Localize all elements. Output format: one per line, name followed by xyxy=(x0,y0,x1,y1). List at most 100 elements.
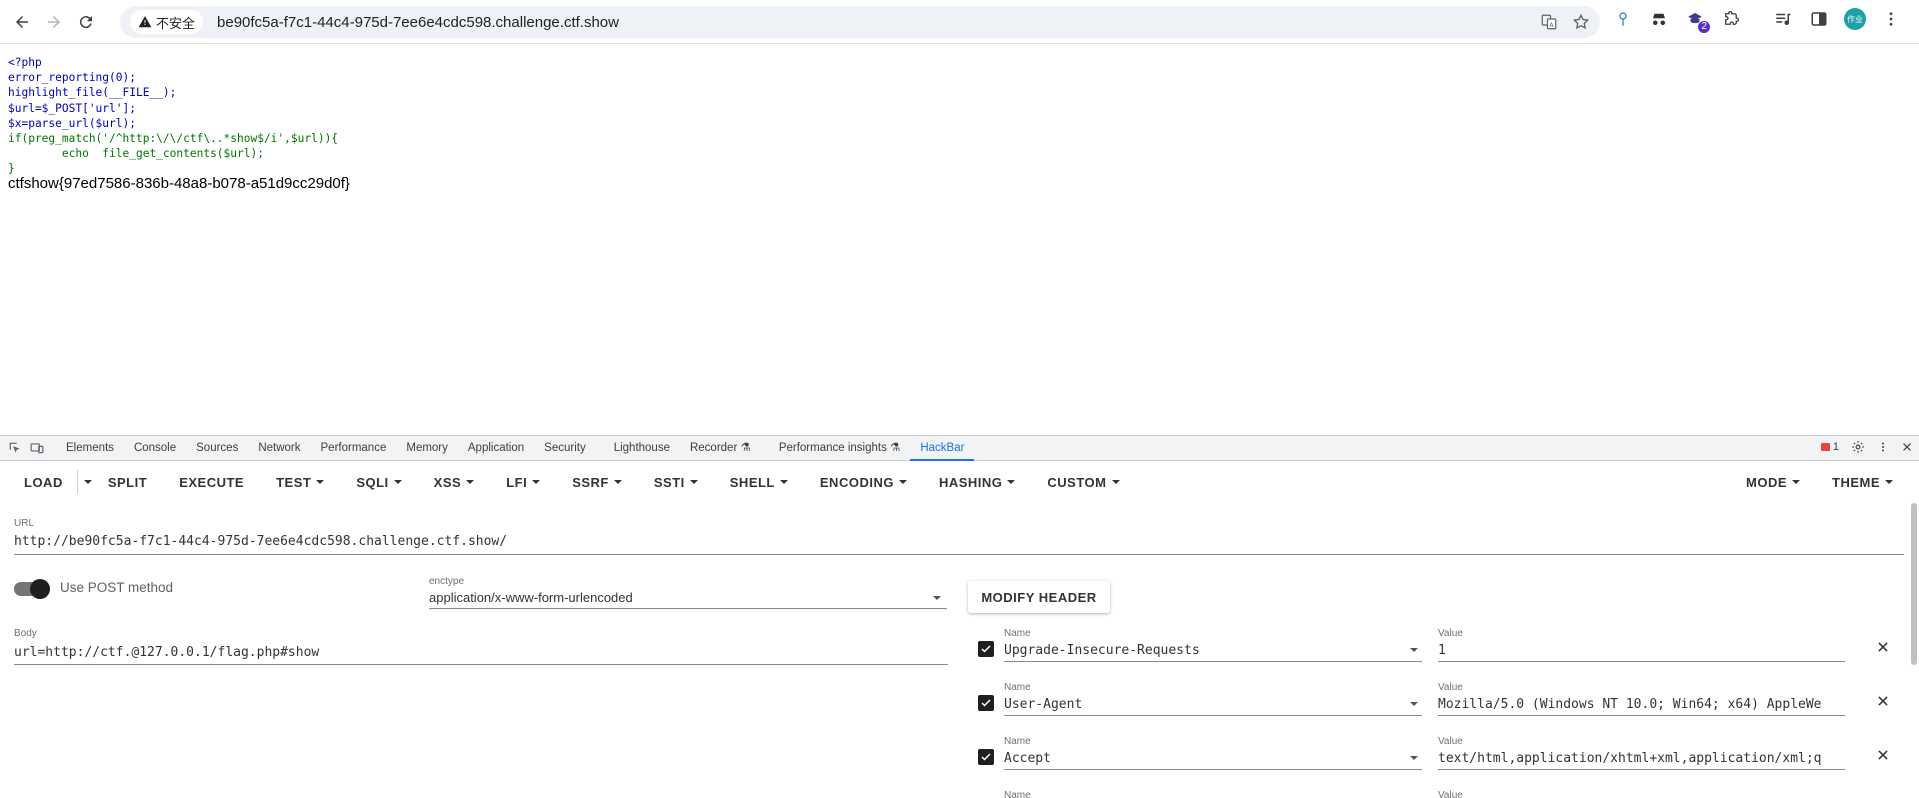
header-value-field[interactable]: Value 1 xyxy=(1438,628,1845,662)
header-name-value[interactable]: Accept xyxy=(1004,747,1051,769)
forward-button[interactable] xyxy=(38,6,70,38)
header-enabled-checkbox[interactable] xyxy=(978,695,994,711)
xss-menu[interactable]: XSS xyxy=(414,475,487,490)
device-toolbar-icon[interactable] xyxy=(30,441,44,455)
more-options-icon[interactable] xyxy=(1877,440,1889,454)
header-enabled-checkbox[interactable] xyxy=(978,641,994,657)
flask-icon: ⚗ xyxy=(890,441,901,454)
side-panel-icon[interactable] xyxy=(1808,8,1830,30)
chevron-down-icon[interactable] xyxy=(1410,756,1418,760)
php-source-code: <?php error_reporting(0); highlight_file(_… xyxy=(8,55,338,177)
shell-menu[interactable]: SHELL xyxy=(710,475,800,490)
back-button[interactable] xyxy=(6,6,38,38)
header-name-field[interactable]: Name Upgrade-Insecure-Requests xyxy=(1004,628,1422,662)
chevron-down-icon[interactable] xyxy=(1410,702,1418,706)
browser-menu-icon[interactable] xyxy=(1880,8,1902,30)
ssrf-menu[interactable]: SSRF xyxy=(552,475,634,490)
theme-menu[interactable]: THEME xyxy=(1812,475,1905,490)
url-field[interactable]: URL http://be90fc5a-f7c1-44c4-975d-7ee6e… xyxy=(14,518,1904,555)
chevron-down-icon xyxy=(316,480,325,484)
body-input[interactable]: url=http://ctf.@127.0.0.1/flag.php#show xyxy=(14,639,948,665)
address-bar[interactable]: 不安全 be90fc5a-f7c1-44c4-975d-7ee6e4cdc598… xyxy=(120,6,1600,38)
header-value-field[interactable]: Value Mozilla/5.0 (Windows NT 10.0; Win6… xyxy=(1438,682,1845,716)
check-icon xyxy=(981,699,991,707)
test-menu[interactable]: TEST xyxy=(256,475,336,490)
media-queue-icon[interactable] xyxy=(1772,8,1794,30)
body-field[interactable]: Body url=http://ctf.@127.0.0.1/flag.php#… xyxy=(14,628,948,665)
error-count-badge[interactable]: 1 xyxy=(1820,441,1839,453)
post-method-toggle[interactable] xyxy=(14,579,50,599)
header-name-label: Name xyxy=(1004,682,1031,693)
header-value-input[interactable]: 1 xyxy=(1438,639,1845,662)
close-devtools-icon[interactable] xyxy=(1901,441,1913,453)
divider xyxy=(76,470,78,494)
flag-output: ctfshow{97ed7586-836b-48a8-b078-a51d9cc2… xyxy=(8,175,350,192)
hackbar-extension-icon[interactable]: 2 xyxy=(1684,8,1710,33)
url-input[interactable]: http://be90fc5a-f7c1-44c4-975d-7ee6e4cdc… xyxy=(14,529,1904,555)
load-button[interactable]: LOAD xyxy=(0,475,75,490)
reload-button[interactable] xyxy=(70,6,102,38)
modify-header-button[interactable]: MODIFY HEADER xyxy=(968,581,1110,613)
star-icon[interactable] xyxy=(1572,13,1590,31)
header-value-input[interactable]: text/html,application/xhtml+xml,applicat… xyxy=(1438,747,1845,770)
tab-security[interactable]: Security xyxy=(534,436,596,461)
header-value-field[interactable]: Value text/html,application/xhtml+xml,ap… xyxy=(1438,736,1845,770)
flask-icon: ⚗ xyxy=(740,441,751,454)
spy-extension-icon[interactable] xyxy=(1648,8,1670,30)
tab-elements[interactable]: Elements xyxy=(56,436,124,461)
chevron-down-icon xyxy=(933,595,941,600)
settings-gear-icon[interactable] xyxy=(1851,440,1865,454)
header-name-value[interactable]: Upgrade-Insecure-Requests xyxy=(1004,639,1200,661)
custom-menu[interactable]: CUSTOM xyxy=(1027,475,1131,490)
tab-hackbar[interactable]: HackBar xyxy=(910,436,975,461)
header-name-label: Name xyxy=(1004,736,1031,747)
inspect-element-icon[interactable] xyxy=(8,441,22,455)
translate-icon[interactable]: A xyxy=(1540,13,1558,31)
chevron-down-icon xyxy=(1792,480,1800,484)
delete-header-icon[interactable] xyxy=(1876,748,1890,762)
delete-header-icon[interactable] xyxy=(1876,640,1890,654)
delete-header-icon[interactable] xyxy=(1876,694,1890,708)
header-row: Name Upgrade-Insecure-Requests Value 1 xyxy=(978,628,1898,672)
check-icon xyxy=(981,645,991,653)
code-line: $url=$_POST['url']; xyxy=(8,101,136,115)
header-enabled-checkbox[interactable] xyxy=(978,749,994,765)
tab-lighthouse[interactable]: Lighthouse xyxy=(596,436,680,461)
tab-recorder[interactable]: Recorder ⚗ xyxy=(680,436,761,461)
header-value-input[interactable]: Mozilla/5.0 (Windows NT 10.0; Win64; x64… xyxy=(1438,693,1845,716)
tab-network[interactable]: Network xyxy=(248,436,310,461)
header-name-value[interactable]: User-Agent xyxy=(1004,693,1082,715)
address-text[interactable]: be90fc5a-f7c1-44c4-975d-7ee6e4cdc598.cha… xyxy=(217,14,619,31)
sqli-menu[interactable]: SQLI xyxy=(336,475,413,490)
encoding-menu[interactable]: ENCODING xyxy=(800,475,919,490)
tab-console[interactable]: Console xyxy=(124,436,186,461)
devtools-panel: Elements Console Sources Network Perform… xyxy=(0,435,1919,798)
enctype-select[interactable]: enctype application/x-www-form-urlencode… xyxy=(429,576,947,609)
lfi-menu-label: LFI xyxy=(506,474,528,490)
header-name-field[interactable]: Name User-Agent xyxy=(1004,682,1422,716)
tab-performance[interactable]: Performance xyxy=(311,436,397,461)
lfi-menu[interactable]: LFI xyxy=(486,475,552,490)
pin-extension-icon[interactable] xyxy=(1612,8,1634,30)
security-chip[interactable]: 不安全 xyxy=(130,10,204,34)
extensions-puzzle-icon[interactable] xyxy=(1720,8,1742,30)
chevron-down-icon[interactable] xyxy=(1410,648,1418,652)
header-value-label: Value xyxy=(1438,628,1463,639)
error-count: 1 xyxy=(1832,441,1839,453)
mode-menu[interactable]: MODE xyxy=(1734,475,1812,490)
body-label: Body xyxy=(14,628,37,639)
header-name-field[interactable]: Name Accept xyxy=(1004,736,1422,770)
load-dropdown-button[interactable] xyxy=(80,480,96,484)
tab-sources[interactable]: Sources xyxy=(186,436,248,461)
post-method-label: Use POST method xyxy=(60,580,174,595)
tab-performance-insights[interactable]: Performance insights ⚗ xyxy=(761,436,911,461)
scrollbar[interactable] xyxy=(1911,503,1917,665)
tab-memory[interactable]: Memory xyxy=(396,436,458,461)
hashing-menu[interactable]: HASHING xyxy=(919,475,1027,490)
execute-button[interactable]: EXECUTE xyxy=(159,475,256,490)
split-button[interactable]: SPLIT xyxy=(96,475,159,490)
profile-avatar[interactable]: 作业 xyxy=(1844,8,1866,30)
custom-menu-label: CUSTOM xyxy=(1047,474,1107,490)
tab-application[interactable]: Application xyxy=(458,436,534,461)
ssti-menu[interactable]: SSTI xyxy=(634,475,710,490)
